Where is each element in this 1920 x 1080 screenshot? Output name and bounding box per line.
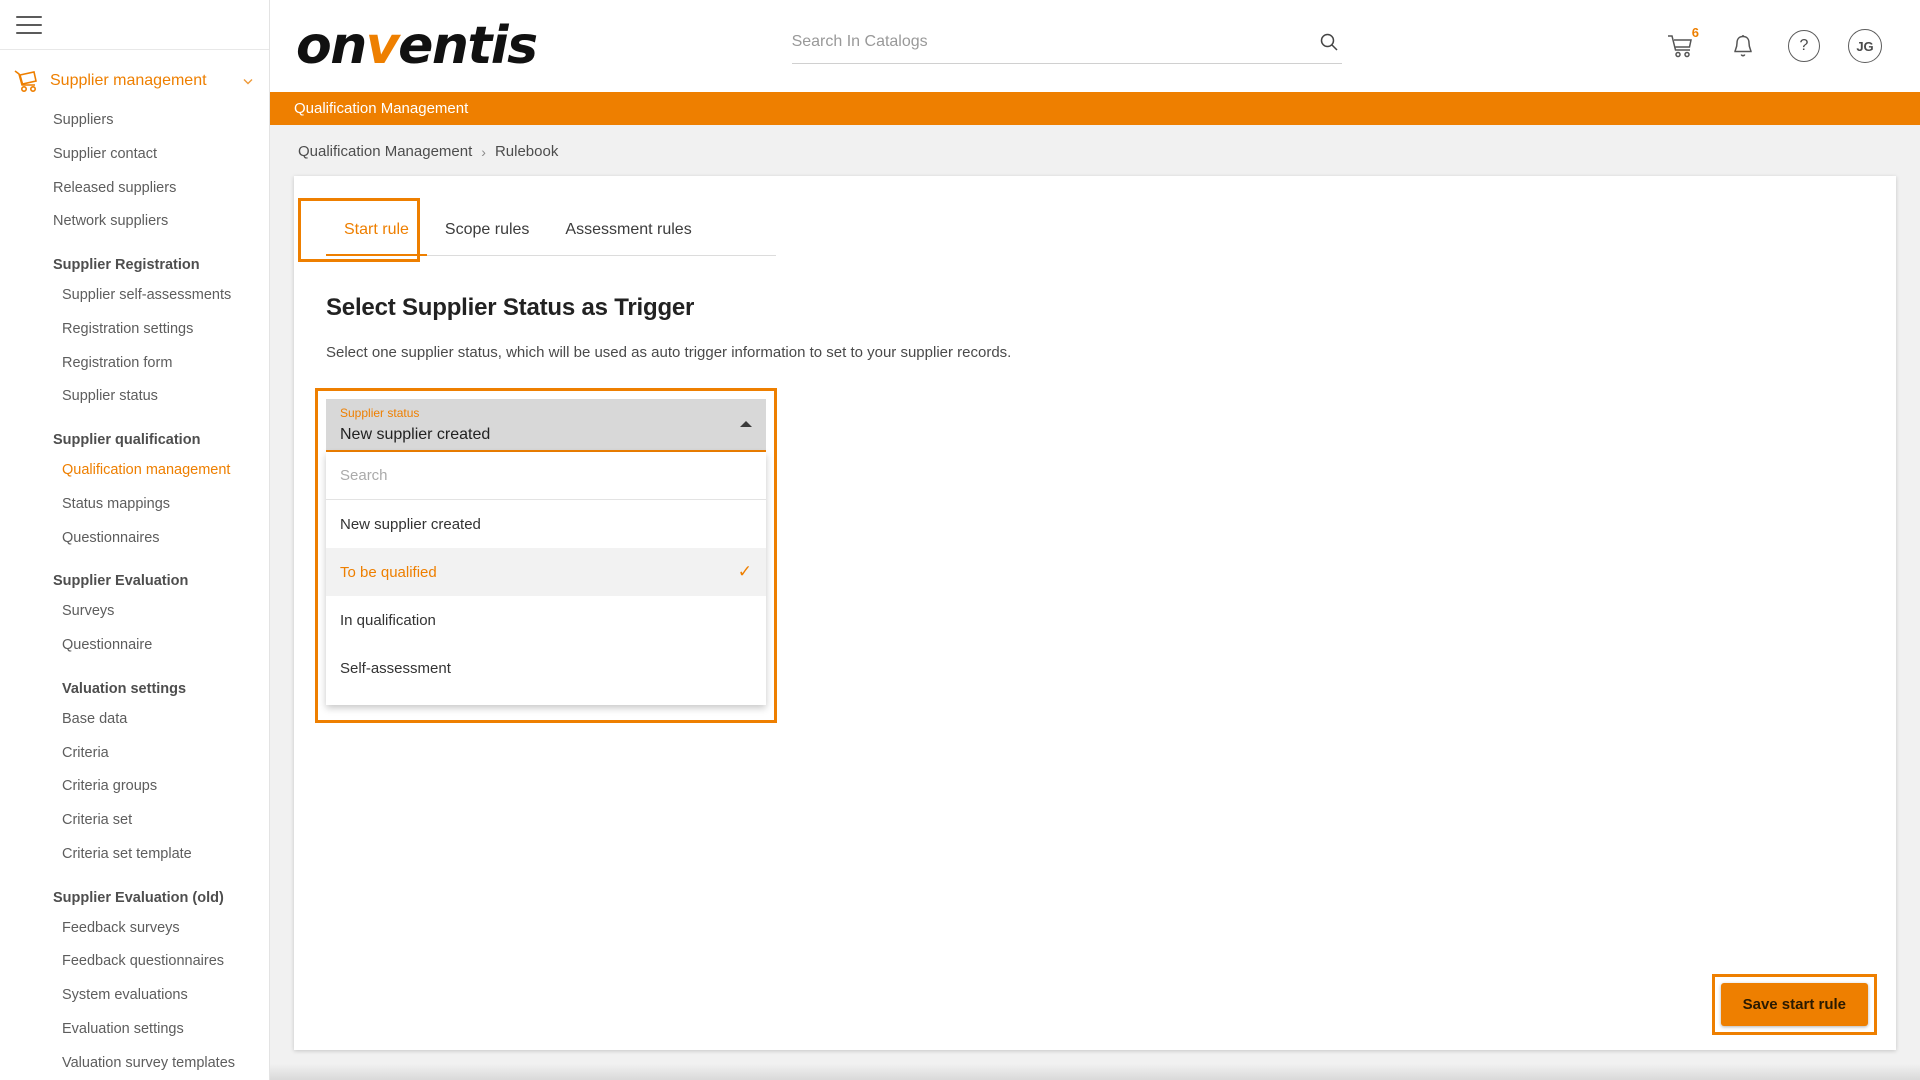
supplier-status-dropdown: New supplier created To be qualified ✓ In q… — [326, 452, 766, 705]
sidebar-item-feedback-surveys[interactable]: Feedback surveys — [0, 912, 269, 946]
main-region: onventis 6 — [270, 0, 1920, 1080]
sidebar-item-released-suppliers[interactable]: Released suppliers — [0, 172, 269, 206]
sidebar-header — [0, 0, 269, 50]
dropdown-option-label: Self-assessment — [340, 659, 451, 677]
save-button-wrap: Save start rule — [1711, 974, 1877, 1035]
sidebar-group-supplier-qualification: Supplier qualification — [53, 432, 201, 448]
breadcrumb-item-1[interactable]: Rulebook — [495, 143, 558, 160]
sidebar-item-registration-settings[interactable]: Registration settings — [0, 313, 269, 347]
hamburger-icon[interactable] — [16, 15, 42, 34]
caret-up-icon[interactable] — [740, 421, 752, 427]
sidebar-item-network-suppliers[interactable]: Network suppliers — [0, 205, 269, 239]
sidebar: Supplier management Suppliers Supplier co… — [0, 0, 270, 1080]
dropdown-option-label: To be qualified — [340, 563, 437, 581]
help-label: ? — [1799, 37, 1809, 54]
sidebar-item-surveys[interactable]: Surveys — [0, 595, 269, 629]
sidebar-item-feedback-questionnaires[interactable]: Feedback questionnaires — [0, 945, 269, 979]
onventis-logo[interactable]: onventis — [296, 20, 538, 72]
chevron-right-icon: › — [481, 143, 486, 160]
top-bar: onventis 6 — [270, 0, 1920, 92]
sidebar-item-questionnaire[interactable]: Questionnaire — [0, 629, 269, 663]
sidebar-item-criteria-set-template[interactable]: Criteria set template — [0, 838, 269, 872]
supplier-status-label: Supplier status — [340, 406, 420, 420]
dropdown-option-in-qualification[interactable]: In qualification — [326, 596, 766, 644]
sidebar-item-questionnaires[interactable]: Questionnaires — [0, 522, 269, 556]
sidebar-item-valuation-survey-templates[interactable]: Valuation survey templates — [0, 1047, 269, 1080]
sidebar-item-criteria-set[interactable]: Criteria set — [0, 804, 269, 838]
dropdown-option-list: New supplier created To be qualified ✓ In q… — [326, 500, 766, 692]
dropdown-search — [326, 452, 766, 500]
sidebar-group-supplier-registration: Supplier Registration — [53, 257, 200, 273]
sidebar-group-valuation-settings: Valuation settings — [62, 680, 187, 697]
logo-accent: v — [365, 16, 400, 76]
tab-scope-rules[interactable]: Scope rules — [427, 221, 548, 255]
module-title-bar: Qualification Management — [270, 92, 1920, 125]
search-input[interactable] — [791, 32, 1316, 51]
sidebar-item-registration-form[interactable]: Registration form — [0, 347, 269, 381]
content-area: Qualification Management › Rulebook Star… — [270, 125, 1920, 1080]
sidebar-item-system-evaluations[interactable]: System evaluations — [0, 979, 269, 1013]
sidebar-item-criteria[interactable]: Criteria — [0, 737, 269, 771]
sidebar-item-supplier-contact[interactable]: Supplier contact — [0, 138, 269, 172]
tab-start-rule[interactable]: Start rule — [326, 221, 427, 256]
dropdown-option-to-be-qualified[interactable]: To be qualified ✓ — [326, 548, 766, 596]
cart-outline-icon — [10, 66, 44, 96]
breadcrumb: Qualification Management › Rulebook — [294, 125, 1896, 176]
logo-suffix: entis — [398, 16, 538, 76]
shopping-cart-icon[interactable]: 6 — [1664, 25, 1699, 63]
tab-bar: Start rule Scope rules Assessment rules — [326, 198, 776, 256]
avatar-initials: JG — [1856, 38, 1874, 54]
page-description: Select one supplier status, which will b… — [326, 344, 1012, 361]
sidebar-nav: Supplier management Suppliers Supplier co… — [0, 50, 269, 1080]
cart-badge: 6 — [1691, 25, 1699, 40]
dropdown-option-label: In qualification — [340, 611, 436, 629]
sidebar-group-supplier-evaluation-old: Supplier Evaluation (old) — [53, 889, 224, 906]
sidebar-item-supplier-status[interactable]: Supplier status — [0, 380, 269, 414]
sidebar-item-suppliers[interactable]: Suppliers — [0, 104, 269, 138]
dropdown-option-self-assessment[interactable]: Self-assessment — [326, 644, 766, 692]
sidebar-item-base-data[interactable]: Base data — [0, 703, 269, 737]
logo-prefix: on — [296, 16, 367, 76]
save-start-rule-button[interactable]: Save start rule — [1720, 983, 1868, 1026]
dropdown-search-input[interactable] — [340, 467, 752, 484]
sidebar-item-list: Suppliers Supplier contact Released suppli… — [0, 104, 269, 1080]
dropdown-option-label: New supplier created — [340, 515, 481, 533]
module-title: Qualification Management — [294, 100, 469, 117]
supplier-status-trigger[interactable]: Supplier status New supplier created — [326, 399, 766, 452]
supplier-status-select: Supplier status New supplier created New… — [315, 388, 777, 723]
sidebar-item-qualification-management[interactable]: Qualification management — [0, 454, 269, 488]
sidebar-item-supplier-management[interactable]: Supplier management — [0, 58, 269, 104]
sidebar-root-label: Supplier management — [50, 72, 207, 89]
supplier-status-value: New supplier created — [340, 425, 491, 443]
tab-assessment-rules[interactable]: Assessment rules — [547, 221, 709, 255]
sidebar-item-supplier-self-assessments[interactable]: Supplier self-assessments — [0, 279, 269, 313]
chevron-down-icon[interactable] — [241, 74, 255, 88]
question-mark-icon[interactable]: ? — [1788, 30, 1820, 62]
check-icon: ✓ — [737, 562, 752, 581]
sidebar-item-evaluation-settings[interactable]: Evaluation settings — [0, 1013, 269, 1047]
app-root: Supplier management Suppliers Supplier co… — [0, 0, 1920, 1080]
avatar[interactable]: JG — [1848, 29, 1882, 63]
topbar-actions: 6 ? JG — [1664, 25, 1896, 63]
bell-icon[interactable] — [1726, 29, 1760, 63]
sidebar-group-supplier-evaluation: Supplier Evaluation — [53, 573, 189, 590]
search-icon[interactable] — [1316, 29, 1342, 55]
rulebook-card: Start rule Scope rules Assessment rules … — [294, 176, 1896, 1050]
dropdown-option-new-supplier-created[interactable]: New supplier created — [326, 500, 766, 548]
sidebar-item-criteria-groups[interactable]: Criteria groups — [0, 770, 269, 804]
page-title: Select Supplier Status as Trigger — [326, 294, 695, 321]
breadcrumb-item-0[interactable]: Qualification Management — [298, 143, 472, 160]
sidebar-item-status-mappings[interactable]: Status mappings — [0, 488, 269, 522]
page-bottom-strip — [270, 1064, 1920, 1080]
catalog-search — [791, 29, 1342, 64]
